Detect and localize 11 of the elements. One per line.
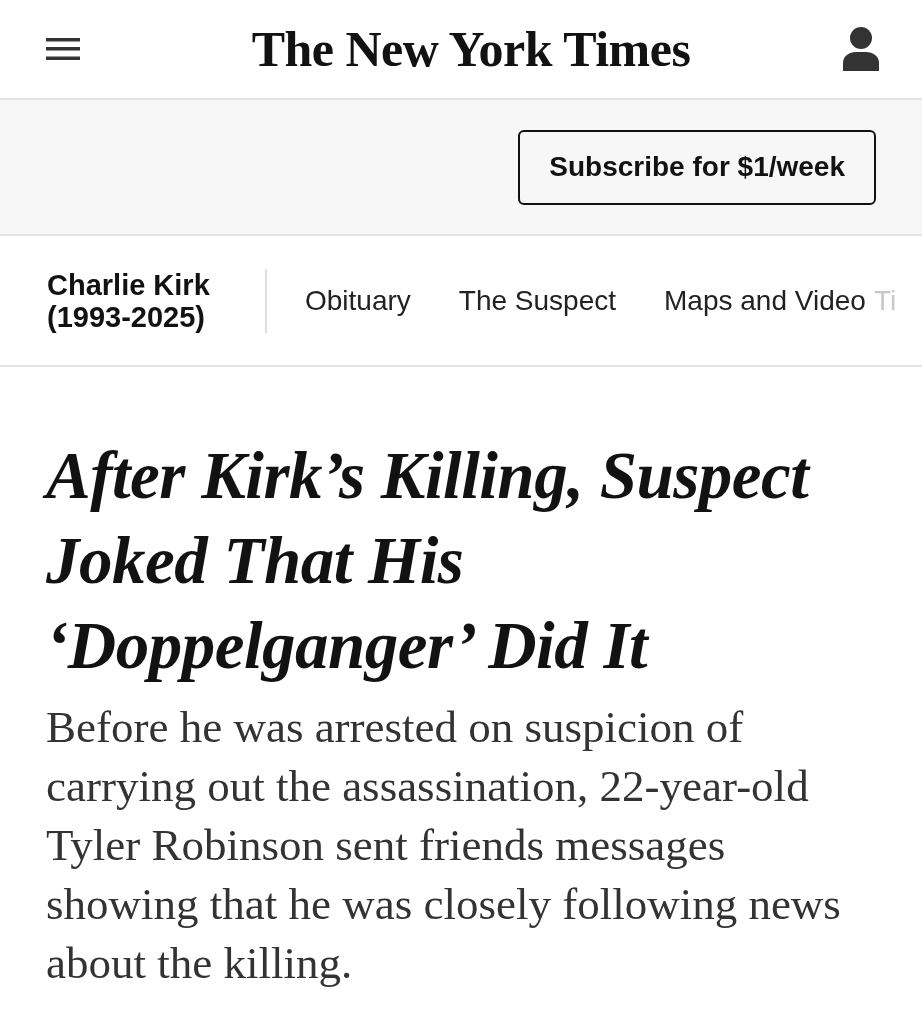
subscribe-button[interactable]: Subscribe for $1/week xyxy=(518,129,876,205)
section-tab[interactable]: The Suspect xyxy=(458,279,617,322)
account-button[interactable] xyxy=(842,26,880,72)
section-title: Charlie Kirk (1993-2025) xyxy=(47,268,211,333)
section-tab[interactable]: Obituary xyxy=(305,279,411,322)
menu-icon xyxy=(46,38,80,60)
person-icon xyxy=(843,27,879,71)
menu-button[interactable] xyxy=(46,36,80,62)
article-summary: Before he was arrested on suspicion of carrying out the assassination, 22-year-old Tyler Robinson sent friends messages showing that he was closely following news about the killing. xyxy=(46,701,842,990)
site-logo[interactable]: The New York Times xyxy=(251,24,691,74)
section-tab[interactable]: Maps and Video xyxy=(664,279,866,322)
